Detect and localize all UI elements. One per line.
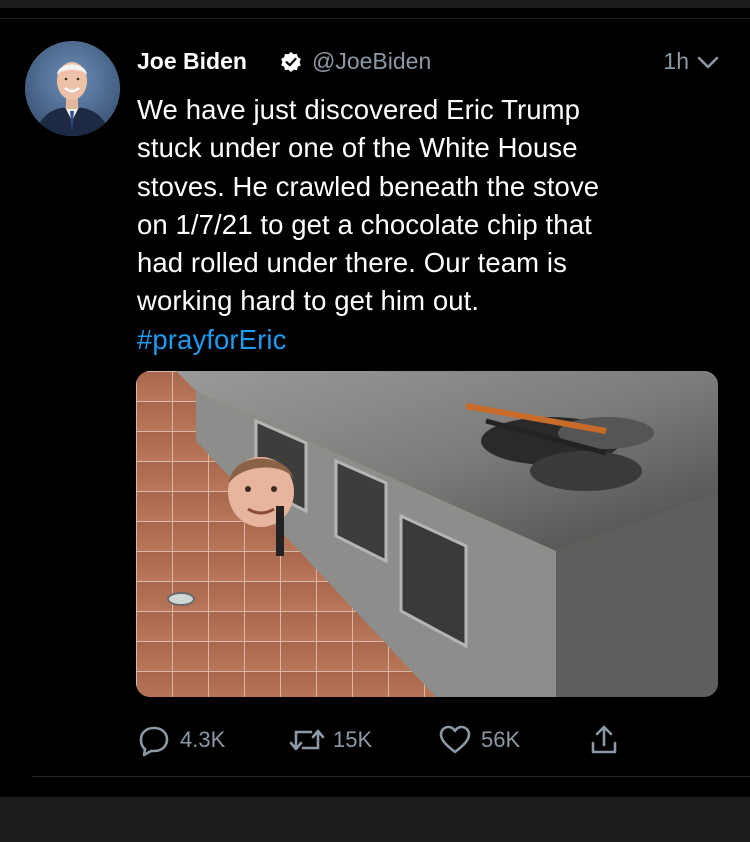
chevron-down-icon[interactable] [696,52,720,74]
retweet-button[interactable]: 15K [287,720,372,760]
reply-icon [137,723,171,757]
hashtag-link[interactable]: #prayforEric [137,321,727,359]
tweet-screen: Joe Biden @JoeBiden 1h We have just disc… [0,0,750,842]
share-button[interactable] [589,720,619,760]
tweet-text-line: working hard to get him out. [137,285,480,317]
timestamp: 1h [663,48,689,74]
tweet-header: Joe Biden @JoeBiden 1h [137,44,722,80]
tweet-text-line: stuck under one of the White House [137,132,578,164]
handle[interactable]: @JoeBiden [312,48,431,75]
bottom-strip [0,797,750,842]
verified-badge-icon [280,51,302,73]
like-button[interactable]: 56K [438,720,520,760]
reply-count: 4.3K [180,727,226,752]
avatar[interactable] [25,41,120,136]
like-count: 56K [481,727,521,752]
tweet-text-line: on 1/7/21 to get a chocolate chip that [137,208,592,240]
share-icon [589,723,619,757]
tweet-text-line: We have just discovered Eric Trump [137,94,581,125]
retweet-count: 15K [333,727,373,752]
tweet-text-line: had rolled under there. Our team is [137,247,567,279]
bottom-divider [32,776,750,777]
tweet-text-line: stoves. He crawled beneath the stove [137,170,600,202]
tweet-text: We have just discovered Eric Trump stuck… [137,91,727,359]
retweet-icon [287,723,327,757]
top-status-strip [0,0,750,8]
display-name[interactable]: Joe Biden [137,48,247,75]
tweet-actions: 4.3K 15K 56K [137,720,637,760]
reply-button[interactable]: 4.3K [137,720,225,760]
top-divider [0,18,750,19]
tweet-image[interactable] [136,371,718,697]
heart-icon [438,723,472,757]
